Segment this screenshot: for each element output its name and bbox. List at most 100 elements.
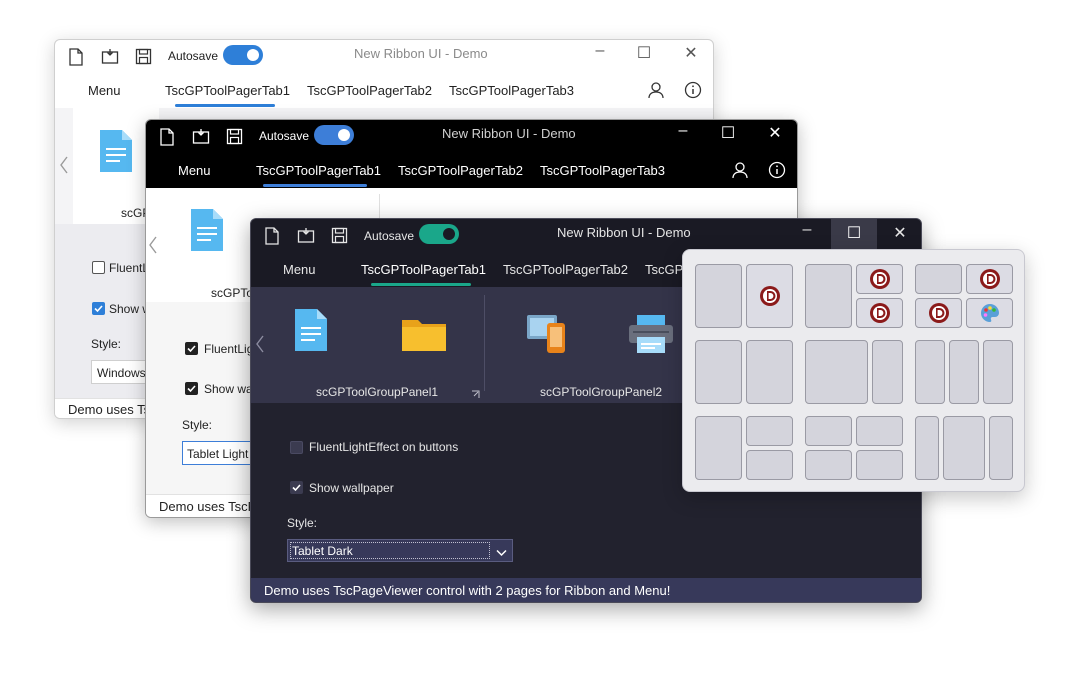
maximize-button[interactable]: ☐ — [621, 43, 667, 63]
new-file-icon[interactable] — [159, 128, 177, 146]
snap-layout-2-left[interactable] — [805, 264, 852, 328]
snap-layout-6-middle[interactable] — [949, 340, 979, 404]
snap-layout-9-left[interactable] — [915, 416, 939, 480]
fluent-checkbox[interactable] — [92, 261, 105, 274]
document-icon[interactable] — [191, 209, 223, 254]
info-icon[interactable] — [768, 161, 786, 182]
autosave-label: Autosave — [364, 229, 415, 243]
tab-1[interactable]: TscGPToolPagerTab1 — [256, 163, 381, 178]
chevron-left-icon[interactable] — [149, 236, 157, 257]
delphi-logo-icon — [759, 285, 781, 307]
open-folder-icon[interactable] — [192, 127, 210, 145]
menu-tab[interactable]: Menu — [283, 262, 316, 277]
snap-layout-4-right[interactable] — [746, 340, 793, 404]
snap-layout-8-top-right[interactable] — [856, 416, 903, 446]
tab-2[interactable]: TscGPToolPagerTab2 — [398, 163, 523, 178]
group-separator — [484, 295, 485, 391]
new-file-icon[interactable] — [264, 227, 282, 245]
fluent-checkbox[interactable] — [185, 342, 198, 355]
user-icon[interactable] — [647, 81, 665, 102]
snap-layout-7-top-right[interactable] — [746, 416, 793, 446]
tab-2[interactable]: TscGPToolPagerTab2 — [307, 83, 432, 98]
tab-3[interactable]: TscGP — [645, 262, 683, 277]
fluent-checkbox[interactable] — [290, 441, 303, 454]
window-title: New Ribbon UI - Demo — [442, 126, 576, 141]
tab-1[interactable]: TscGPToolPagerTab1 — [361, 262, 486, 277]
window-title: New Ribbon UI - Demo — [557, 225, 691, 240]
autosave-toggle[interactable] — [314, 125, 354, 145]
minimize-button[interactable]: – — [577, 42, 623, 60]
snap-layout-3-bottom-right[interactable] — [966, 298, 1013, 328]
open-folder-icon[interactable] — [101, 47, 119, 65]
style-select[interactable]: Tablet Dark — [287, 539, 513, 562]
minimize-button[interactable]: – — [660, 122, 706, 140]
snap-layout-2-bottom-right[interactable] — [856, 298, 903, 328]
snap-layout-3-top-right[interactable] — [966, 264, 1013, 294]
autosave-toggle[interactable] — [223, 45, 263, 65]
save-icon[interactable] — [331, 227, 349, 245]
snap-layout-7-left[interactable] — [695, 416, 742, 480]
style-select[interactable]: Tablet Light — [182, 441, 252, 465]
user-icon[interactable] — [731, 161, 749, 182]
tab-bar: Menu TscGPToolPagerTab1 TscGPToolPagerTa… — [55, 70, 713, 108]
minimize-button[interactable]: – — [784, 221, 830, 239]
snap-layout-2-top-right[interactable] — [856, 264, 903, 294]
active-tab-indicator — [175, 104, 275, 107]
dialog-launcher-icon[interactable] — [471, 388, 480, 402]
paint-palette-icon — [980, 303, 1002, 325]
save-icon[interactable] — [135, 48, 153, 66]
document-icon[interactable] — [295, 309, 327, 354]
document-icon[interactable] — [100, 130, 132, 175]
delphi-logo-icon — [869, 268, 891, 290]
printer-icon[interactable] — [629, 315, 673, 358]
snap-layout-3-bottom-left[interactable] — [915, 298, 962, 328]
chevron-left-icon[interactable] — [256, 335, 264, 356]
chevron-left-icon[interactable] — [60, 156, 68, 177]
maximize-button[interactable]: ☐ — [705, 123, 751, 143]
tab-1[interactable]: TscGPToolPagerTab1 — [165, 83, 290, 98]
title-bar: Autosave New Ribbon UI - Demo – ☐ ✕ Menu… — [146, 120, 797, 188]
new-file-icon[interactable] — [68, 48, 86, 66]
snap-layout-1-right[interactable] — [746, 264, 793, 328]
snap-layout-3-top-left[interactable] — [915, 264, 962, 294]
wallpaper-checkbox[interactable] — [185, 382, 198, 395]
status-bar: Demo uses TscPageViewer control with 2 p… — [251, 578, 921, 602]
maximize-button[interactable]: ☐ — [831, 223, 877, 243]
wallpaper-checkbox[interactable] — [92, 302, 105, 315]
snap-layout-5-wide[interactable] — [805, 340, 868, 404]
snap-layout-8-bottom-left[interactable] — [805, 450, 852, 480]
folder-icon[interactable] — [402, 317, 446, 354]
group-label-1: scGPToolGroupPanel1 — [316, 385, 439, 399]
menu-tab[interactable]: Menu — [178, 163, 211, 178]
open-folder-icon[interactable] — [297, 226, 315, 244]
tab-2[interactable]: TscGPToolPagerTab2 — [503, 262, 628, 277]
menu-tab[interactable]: Menu — [88, 83, 121, 98]
snap-layout-8-bottom-right[interactable] — [856, 450, 903, 480]
snap-layout-7-bottom-right[interactable] — [746, 450, 793, 480]
save-icon[interactable] — [226, 128, 244, 146]
tab-3[interactable]: TscGPToolPagerTab3 — [540, 163, 665, 178]
snap-layout-4-left[interactable] — [695, 340, 742, 404]
delphi-logo-icon — [928, 302, 950, 324]
autosave-label: Autosave — [259, 129, 310, 143]
snap-layout-6-right[interactable] — [983, 340, 1013, 404]
close-button[interactable]: ✕ — [752, 123, 797, 143]
info-icon[interactable] — [684, 81, 702, 102]
window-title: New Ribbon UI - Demo — [354, 46, 488, 61]
snap-layout-6-left[interactable] — [915, 340, 945, 404]
devices-icon[interactable] — [527, 313, 569, 358]
snap-layout-1-left[interactable] — [695, 264, 742, 328]
snap-layout-8-top-left[interactable] — [805, 416, 852, 446]
style-label: Style: — [91, 337, 122, 351]
close-button[interactable]: ✕ — [668, 43, 713, 63]
chevron-down-icon[interactable] — [496, 546, 507, 560]
wallpaper-label: Show wallpaper — [309, 481, 394, 495]
style-label: Style: — [287, 516, 318, 530]
snap-layout-5-narrow[interactable] — [872, 340, 903, 404]
snap-layout-9-middle[interactable] — [943, 416, 985, 480]
snap-layout-9-right[interactable] — [989, 416, 1013, 480]
wallpaper-checkbox[interactable] — [290, 481, 303, 494]
close-button[interactable]: ✕ — [877, 223, 921, 243]
autosave-toggle[interactable] — [419, 224, 459, 244]
tab-3[interactable]: TscGPToolPagerTab3 — [449, 83, 574, 98]
